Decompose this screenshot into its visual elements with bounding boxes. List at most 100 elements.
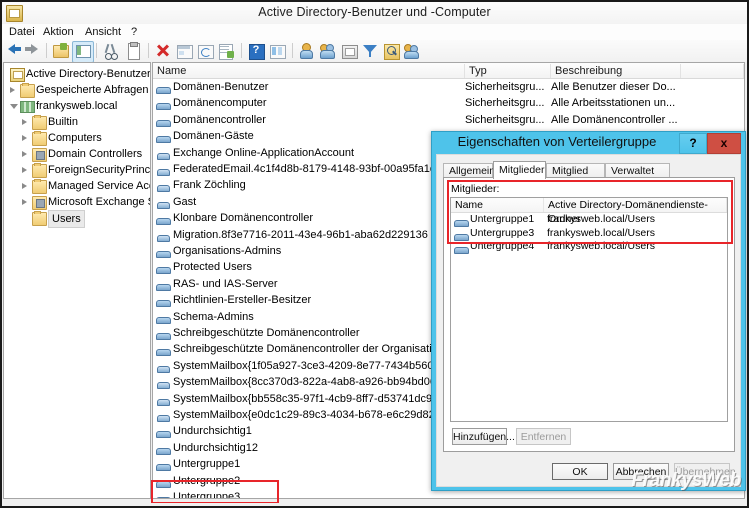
tree-item-label: ForeignSecurityPrincipals: [48, 164, 151, 176]
member-row[interactable]: Untergruppe4 frankysweb.local/Users: [451, 240, 727, 254]
forward-arrow-icon[interactable]: [31, 44, 38, 54]
menu-bar: Datei Aktion Ansicht ?: [2, 24, 747, 41]
tab-mitglied-von[interactable]: Mitglied von: [546, 163, 605, 192]
menu-item-ansicht[interactable]: Ansicht: [82, 26, 124, 38]
toolbar-separator: [96, 43, 97, 58]
menu-item-datei[interactable]: Datei: [6, 26, 38, 38]
window-title: Active Directory-Benutzer und -Computer: [258, 5, 491, 19]
tree-item-computers[interactable]: Computers: [4, 130, 150, 146]
column-header-beschreibung[interactable]: Beschreibung: [551, 64, 681, 78]
group-icon: [156, 425, 171, 439]
list-header: Name Typ Beschreibung: [153, 63, 744, 79]
properties-icon[interactable]: [175, 42, 193, 60]
column-header-blank[interactable]: [681, 64, 744, 78]
group-icon: [156, 81, 171, 94]
add-button[interactable]: Hinzufügen...: [452, 428, 515, 445]
paste-icon[interactable]: [124, 42, 142, 60]
refresh-icon[interactable]: [196, 42, 214, 60]
cell-typ: Sicherheitsgru...: [465, 97, 545, 110]
chevron-right-icon[interactable]: [10, 87, 15, 93]
group-icon: [156, 343, 171, 357]
find-icon[interactable]: [382, 42, 400, 60]
chevron-right-icon[interactable]: [22, 151, 27, 157]
show-hide-tree-icon[interactable]: [72, 41, 94, 63]
help-icon[interactable]: ?: [247, 42, 265, 60]
up-folder-icon[interactable]: [52, 42, 70, 60]
table-row[interactable]: Domänencomputer Sicherheitsgru... Alle Arb…: [153, 95, 744, 111]
domain-icon: [20, 100, 35, 113]
tab-mitglieder[interactable]: Mitglieder: [493, 161, 546, 179]
console-view-icon[interactable]: [268, 42, 286, 60]
tree-item-frankysweb-local[interactable]: frankysweb.local: [4, 98, 150, 114]
remove-button: Entfernen: [516, 428, 571, 445]
cell-name: SystemMailbox{8cc370d3-822a-4ab8-a926-bb…: [173, 376, 465, 389]
folder-icon: [32, 163, 47, 178]
member-row[interactable]: Untergruppe1 frankysweb.local/Users: [451, 213, 727, 227]
user-icon: [156, 196, 170, 209]
chevron-down-icon[interactable]: [10, 104, 18, 109]
close-icon[interactable]: x: [707, 133, 741, 154]
members-list[interactable]: Name Active Directory-Domänendienste-Ord…: [450, 197, 728, 422]
chevron-right-icon[interactable]: [22, 119, 27, 125]
new-ou-icon[interactable]: [340, 42, 358, 60]
chevron-right-icon[interactable]: [22, 183, 27, 189]
user-icon: [156, 229, 170, 242]
tab-verwaltet-von[interactable]: Verwaltet von: [605, 163, 670, 192]
tree-item-managed-service-accounts[interactable]: Managed Service Accounts: [4, 178, 150, 194]
toolbar: ?: [2, 40, 747, 63]
group-icon: [454, 228, 469, 241]
tree-item-foreignsecurityprincipals[interactable]: ForeignSecurityPrincipals: [4, 162, 150, 178]
chevron-right-icon[interactable]: [22, 199, 27, 205]
members-column-name[interactable]: Name: [451, 198, 544, 212]
new-group-icon[interactable]: [319, 42, 337, 60]
cut-icon[interactable]: [102, 42, 120, 60]
tree-item-microsoft-exchange-security-gr[interactable]: Microsoft Exchange Security Gr: [4, 194, 150, 210]
column-header-typ[interactable]: Typ: [465, 64, 551, 78]
folder-icon: [32, 179, 47, 194]
title-bar: Active Directory-Benutzer und -Computer: [2, 2, 747, 25]
group-icon: [156, 458, 171, 472]
cell-beschreibung: Alle Arbeitsstationen un...: [551, 97, 676, 110]
menu-item-aktion[interactable]: Aktion: [40, 26, 77, 38]
group-icon: [156, 475, 171, 488]
ok-button[interactable]: OK: [552, 463, 608, 480]
add-member-icon[interactable]: [403, 42, 421, 60]
cell-name: Domänencomputer: [173, 97, 267, 110]
chevron-right-icon[interactable]: [22, 135, 27, 141]
tree-item-active-directory-benutzer-und[interactable]: Active Directory-Benutzer und -: [4, 66, 150, 82]
group-icon: [156, 97, 171, 111]
tree-item-gespeicherte-abfragen[interactable]: Gespeicherte Abfragen: [4, 82, 150, 98]
filter-icon[interactable]: [361, 42, 379, 60]
column-header-name[interactable]: Name: [153, 64, 465, 78]
dialog-body: Allgemein Mitglieder Mitglied von Verwal…: [436, 154, 741, 487]
table-row[interactable]: Domänen-Benutzer Sicherheitsgru... Alle Be…: [153, 79, 744, 95]
cell-name: RAS- und IAS-Server: [173, 277, 278, 290]
cell-name: Untergruppe3: [173, 491, 241, 499]
help-button[interactable]: ?: [679, 133, 707, 154]
new-user-icon[interactable]: [298, 42, 316, 60]
member-row[interactable]: Untergruppe3 frankysweb.local/Users: [451, 227, 727, 241]
cell-name: SystemMailbox{e0dc1c29-89c3-4034-b678-e6…: [173, 409, 463, 421]
cell-name: Organisations-Admins: [173, 245, 282, 257]
member-name: Untergruppe1: [470, 213, 535, 225]
group-icon: [156, 130, 171, 144]
cell-name: Richtlinien-Ersteller-Besitzer: [173, 294, 312, 307]
tree-item-domain-controllers[interactable]: Domain Controllers: [4, 146, 150, 162]
cell-name: Untergruppe2: [173, 474, 241, 487]
cell-name: Undurchsichtig1: [173, 425, 252, 438]
delete-icon[interactable]: [154, 42, 172, 60]
folder-dc-icon: [32, 148, 47, 162]
cell-typ: Sicherheitsgru...: [465, 81, 545, 93]
members-column-folder[interactable]: Active Directory-Domänendienste-Ordner: [544, 198, 727, 225]
chevron-right-icon[interactable]: [22, 167, 27, 173]
table-row[interactable]: Domänencontroller Sicherheitsgru... Alle D…: [153, 112, 744, 128]
menu-item-help[interactable]: ?: [128, 26, 140, 38]
export-list-icon[interactable]: [217, 42, 235, 60]
back-arrow-tail: [14, 47, 21, 51]
user-icon: [156, 393, 170, 406]
navigation-tree[interactable]: Active Directory-Benutzer und - Gespeiche…: [3, 62, 151, 499]
tab-allgemein[interactable]: Allgemein: [443, 163, 495, 178]
cell-name: Gast: [173, 195, 197, 208]
tree-item-users[interactable]: Users: [4, 210, 150, 228]
tree-item-builtin[interactable]: Builtin: [4, 114, 150, 130]
